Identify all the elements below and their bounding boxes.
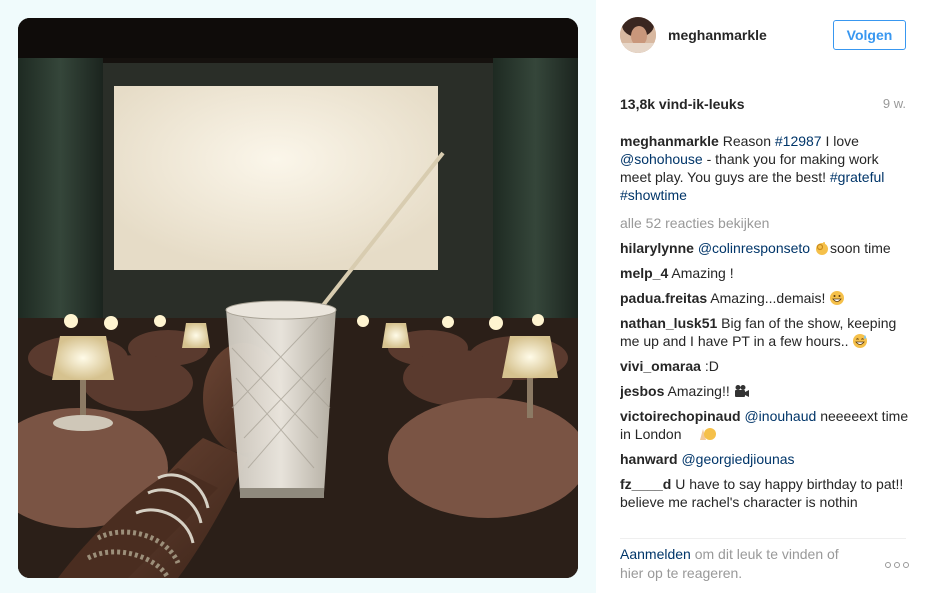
comment: padua.freitas Amazing...demais! (620, 289, 910, 307)
comment-text: Amazing ! (671, 265, 734, 281)
post-photo[interactable] (18, 18, 578, 578)
grinning-face-icon (830, 291, 845, 305)
pray-kiss-dancers-icon (700, 428, 717, 440)
comment-text: Amazing...demais! (710, 290, 826, 306)
comment: nathan_lusk51 Big fan of the show, keepi… (620, 314, 910, 350)
likes-row: 13,8k vind-ik-leuks 9 w. (620, 96, 906, 112)
comment-username[interactable]: padua.freitas (620, 290, 707, 306)
avatar-image (620, 17, 656, 53)
comment-text: Amazing!! (667, 383, 730, 399)
comment: melp_4 Amazing ! (620, 264, 910, 282)
ok-hand-icon (815, 242, 828, 255)
comment: victoirechopinaud @inouhaud neeeeext tim… (620, 407, 910, 443)
comment-username[interactable]: jesbos (620, 383, 664, 399)
comment: vivi_omaraa :D (620, 357, 910, 375)
divider (620, 538, 906, 539)
hashtag-link[interactable]: #showtime (620, 187, 687, 203)
mention-link[interactable]: @inouhaud (744, 408, 816, 424)
comment: fz____d U have to say happy birthday to … (620, 475, 910, 511)
comment: hilarylynne @colinresponseto soon time (620, 239, 910, 257)
like-count[interactable]: 13,8k vind-ik-leuks (620, 96, 745, 112)
caption-text: Reason (722, 133, 775, 149)
mention-link[interactable]: @sohohouse (620, 151, 703, 167)
comment-text: soon time (829, 240, 891, 256)
comment-username[interactable]: vivi_omaraa (620, 358, 701, 374)
post-side-panel: meghanmarkle Volgen 13,8k vind-ik-leuks … (596, 0, 929, 593)
comment: jesbos Amazing!! (620, 382, 910, 400)
caption: meghanmarkle Reason #12987 I love @sohoh… (620, 132, 910, 204)
comment-username[interactable]: nathan_lusk51 (620, 315, 717, 331)
sweat-smile-icon (853, 334, 868, 348)
cinema-photo (18, 18, 578, 578)
post-author-username[interactable]: meghanmarkle (668, 27, 767, 43)
login-link[interactable]: Aanmelden (620, 546, 691, 562)
hashtag-link[interactable]: #12987 (775, 133, 822, 149)
more-options-icon[interactable] (884, 561, 910, 569)
hashtag-link[interactable]: #grateful (830, 169, 884, 185)
movie-camera-icon (734, 385, 749, 397)
comment-username[interactable]: victoirechopinaud (620, 408, 741, 424)
post-header: meghanmarkle Volgen (596, 0, 929, 72)
avatar[interactable] (620, 17, 656, 53)
post-age[interactable]: 9 w. (883, 96, 906, 111)
comments-list[interactable]: meghanmarkle Reason #12987 I love @sohoh… (620, 132, 910, 525)
comment-text: :D (704, 358, 719, 374)
comment-username[interactable]: melp_4 (620, 265, 668, 281)
login-prompt: Aanmelden om dit leuk te vinden of hier … (620, 545, 860, 583)
caption-username[interactable]: meghanmarkle (620, 133, 719, 149)
comment-username[interactable]: hilarylynne (620, 240, 694, 256)
view-all-comments-link[interactable]: alle 52 reacties bekijken (620, 214, 910, 232)
mention-link[interactable]: @colinresponseto (698, 240, 810, 256)
caption-text: I love (821, 133, 859, 149)
comment-username[interactable]: fz____d (620, 476, 671, 492)
comment-username[interactable]: hanward (620, 451, 678, 467)
comment: hanward @georgiedjiounas (620, 450, 910, 468)
mention-link[interactable]: @georgiedjiounas (681, 451, 794, 467)
follow-button[interactable]: Volgen (833, 20, 906, 50)
